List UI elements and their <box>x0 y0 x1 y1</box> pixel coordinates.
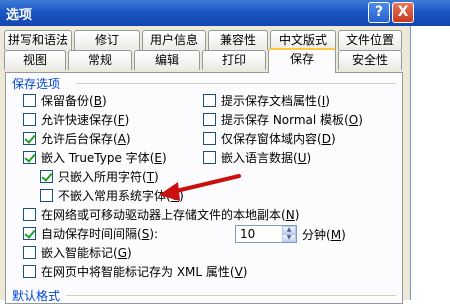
close-button[interactable]: X <box>392 2 414 23</box>
tab-save[interactable]: 保存 <box>268 48 336 73</box>
options-dialog: 拼写和语法 修订 用户信息 兼容性 中文版式 文件位置 视图 常规 编辑 打印 … <box>0 26 411 304</box>
help-button[interactable]: ? <box>368 2 390 23</box>
window-title: 选项 <box>6 8 33 23</box>
title-bar: 选项 ? X <box>0 0 450 26</box>
annotation-arrow-icon <box>159 174 241 201</box>
